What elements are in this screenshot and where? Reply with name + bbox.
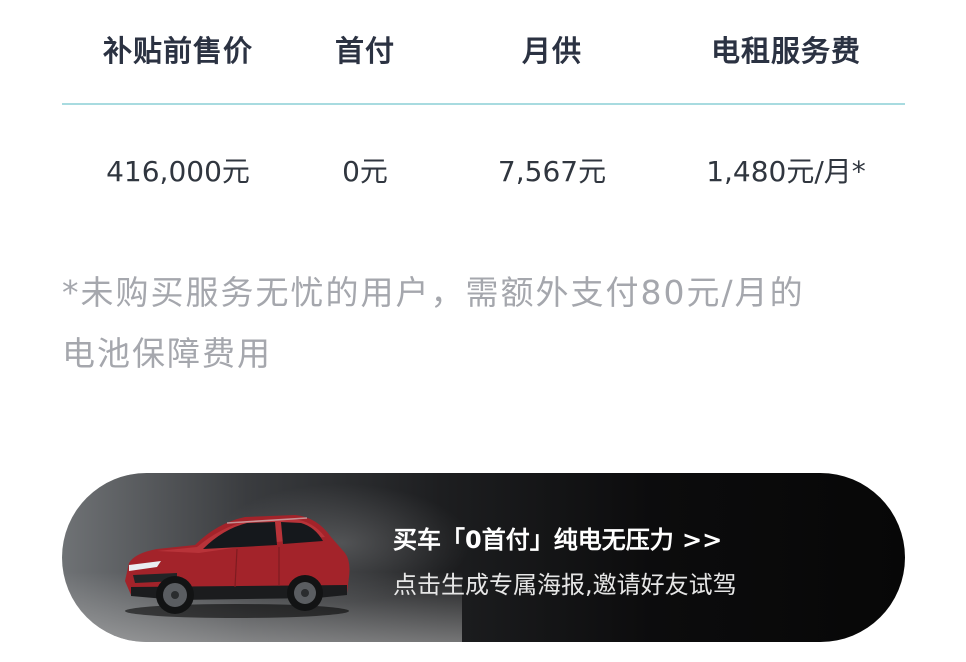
value-monthly-payment: 7,567元 [497,155,607,188]
price-page: 补贴前售价 首付 月供 电租服务费 416,000元 0元 7,567元 1,4… [0,0,966,662]
header-monthly-payment: 月供 [521,34,583,68]
header-down-payment: 首付 [334,34,396,68]
header-pre-subsidy-price: 补贴前售价 [102,34,254,68]
car-image [125,515,350,618]
table-header-row: 补贴前售价 首付 月供 电租服务费 [62,0,905,105]
footnote-line-1: *未购买服务无忧的用户，需额外支付80元/月的 [62,273,805,312]
value-down-payment: 0元 [342,155,388,188]
banner-subtitle: 点击生成专属海报,邀请好友试驾 [393,571,737,599]
promo-banner[interactable]: 买车「0首付」纯电无压力 >> 点击生成专属海报,邀请好友试驾 [62,473,905,642]
footnote-line-2: 电池保障费用 [62,334,272,373]
value-pre-subsidy-price: 416,000元 [106,155,250,188]
table-value-row: 416,000元 0元 7,567元 1,480元/月* [62,104,905,208]
value-battery-rental-fee: 1,480元/月* [706,155,866,188]
banner-title[interactable]: 买车「0首付」纯电无压力 >> [393,520,722,555]
price-table: 补贴前售价 首付 月供 电租服务费 416,000元 0元 7,567元 1,4… [62,0,905,208]
header-battery-rental-fee: 电租服务费 [710,34,862,68]
footnote: *未购买服务无忧的用户，需额外支付80元/月的 电池保障费用 [62,262,912,384]
